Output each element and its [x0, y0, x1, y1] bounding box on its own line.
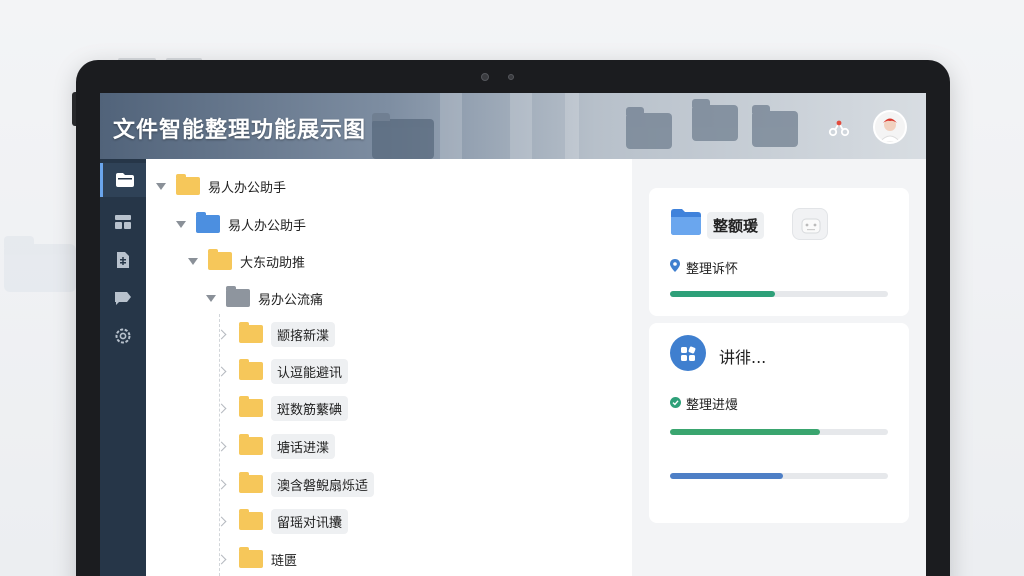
tree-label: 斑数筋蘩碘 — [271, 395, 349, 421]
background-folder — [4, 236, 76, 292]
app-header: 文件智能整理功能展示图 — [100, 93, 926, 159]
tree-label: 琏匮 — [271, 553, 298, 569]
folder-icon — [239, 396, 263, 417]
right-panel: 整额瑗 整理诉怀 讲徘... 整理进熳 — [632, 159, 926, 576]
folder-icon — [239, 322, 263, 343]
chevron-right-icon[interactable] — [216, 441, 227, 451]
tree-row-level3[interactable]: 易办公流痛 — [206, 284, 323, 312]
folder-icon — [239, 509, 263, 530]
header-folder-decor — [752, 105, 798, 147]
document-icon — [117, 252, 129, 268]
folder-icon — [671, 209, 701, 235]
card-status: 整理进熳 — [686, 398, 739, 413]
tree-label: 易人办公助手 — [228, 218, 307, 234]
card-status: 整理诉怀 — [686, 262, 739, 277]
tree-row-child[interactable]: 塘话进渫 — [216, 432, 336, 460]
tree-row-child[interactable]: 琏匮 — [216, 545, 298, 573]
folder-icon — [239, 472, 263, 493]
tree-row-child[interactable]: 颛揢新渫 — [216, 320, 336, 348]
tree-row-child[interactable]: 斑数筋蘩碘 — [216, 394, 349, 422]
header-decor — [440, 93, 462, 159]
tree-row-level1[interactable]: 易人办公助手 — [176, 210, 306, 238]
camera-icon — [481, 73, 489, 81]
folder-icon — [239, 359, 263, 380]
chevron-right-icon[interactable] — [216, 479, 227, 489]
robot-icon — [792, 208, 828, 240]
header-folder-decor — [692, 99, 738, 141]
card-title: 讲徘... — [719, 348, 767, 367]
header-decor — [565, 93, 579, 159]
progress-fill — [670, 291, 775, 297]
folder-icon — [226, 286, 250, 307]
tree-label: 澳含磐鲵扇烁适 — [271, 471, 375, 497]
app-logo-icon — [670, 335, 706, 371]
chevron-right-icon[interactable] — [216, 329, 227, 339]
nav-item-layout[interactable] — [100, 205, 146, 239]
tree-row-level2[interactable]: 大东动助推 — [188, 247, 305, 275]
folder-icon — [208, 249, 232, 270]
tree-label: 留瑶对讯攮 — [271, 508, 349, 534]
progress-bar — [670, 291, 888, 297]
tree-label: 塘话进渫 — [271, 433, 336, 459]
tree-row-root[interactable]: 易人办公助手 — [156, 172, 286, 200]
tree-label: 颛揢新渫 — [271, 321, 336, 347]
progress-fill — [670, 429, 821, 435]
folder-icon — [239, 547, 263, 568]
folder-icon — [176, 174, 200, 195]
app-screen: 文件智能整理功能展示图 易人办公助手 易人办公助手 大东动助推 易办公流痛 颛揢… — [100, 93, 926, 576]
header-decor — [510, 93, 532, 159]
folder-icon — [115, 173, 134, 187]
tree-label: 认逗能避讯 — [271, 358, 349, 384]
progress-fill — [670, 473, 784, 479]
progress-card: 讲徘... 整理进熳 — [649, 323, 909, 523]
check-circle-icon — [670, 397, 681, 408]
expand-arrow-icon[interactable] — [188, 257, 198, 265]
expand-arrow-icon[interactable] — [176, 220, 186, 228]
expand-arrow-icon[interactable] — [206, 294, 216, 302]
chevron-right-icon[interactable] — [216, 516, 227, 526]
progress-bar — [670, 473, 888, 479]
tree-row-child[interactable]: 认逗能避讯 — [216, 357, 349, 385]
settings-icon — [115, 328, 131, 344]
expand-arrow-icon[interactable] — [156, 182, 166, 190]
tag-icon — [115, 292, 131, 305]
folder-icon — [239, 434, 263, 455]
sensor-icon — [508, 74, 514, 80]
tree-label: 易人办公助手 — [208, 180, 287, 196]
card-title: 整额瑗 — [707, 212, 765, 239]
avatar[interactable] — [873, 110, 907, 144]
tree-row-child[interactable]: 留瑶对讯攮 — [216, 507, 349, 535]
chevron-right-icon[interactable] — [216, 403, 227, 413]
sidebar-nav — [100, 159, 146, 576]
nav-item-document[interactable] — [100, 243, 146, 277]
organize-card: 整额瑗 整理诉怀 — [649, 188, 909, 316]
progress-bar — [670, 429, 888, 435]
tree-row-child[interactable]: 澳含磐鲵扇烁适 — [216, 470, 375, 498]
tree-label: 易办公流痛 — [258, 292, 324, 308]
chevron-right-icon[interactable] — [216, 366, 227, 376]
tree-label: 大东动助推 — [240, 255, 306, 271]
file-tree: 易人办公助手 易人办公助手 大东动助推 易办公流痛 颛揢新渫 认逗能避讯 斑数筋… — [146, 159, 632, 576]
header-folder-decor — [372, 113, 434, 159]
folder-icon — [196, 212, 220, 233]
chevron-right-icon[interactable] — [216, 554, 227, 564]
page-title: 文件智能整理功能展示图 — [113, 118, 367, 143]
header-folder-decor — [626, 107, 672, 149]
location-pin-icon — [670, 259, 680, 272]
layout-icon — [115, 215, 131, 229]
nav-item-settings[interactable] — [100, 319, 146, 353]
nav-item-tag[interactable] — [100, 281, 146, 315]
nav-item-folder[interactable] — [100, 163, 146, 197]
share-icon[interactable] — [824, 113, 854, 143]
